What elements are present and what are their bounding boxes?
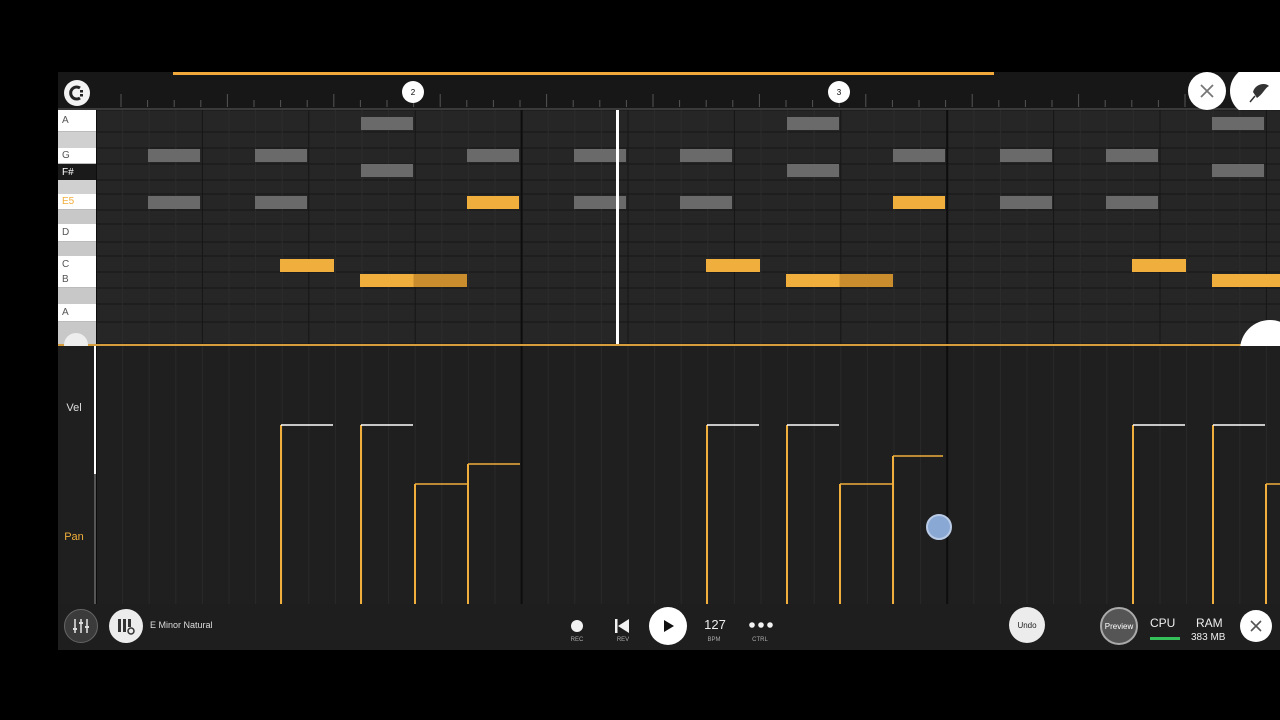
cpu-meter: [1150, 637, 1180, 640]
instrument-icon: [1249, 84, 1269, 103]
velocity-bar: [706, 424, 759, 604]
record-label: REC: [570, 637, 584, 643]
lane-vel[interactable]: Vel: [58, 402, 90, 414]
close-button[interactable]: [1240, 610, 1272, 642]
record-button[interactable]: [571, 620, 583, 632]
timeline-ruler[interactable]: 2 3: [58, 72, 1280, 110]
note[interactable]: [1212, 164, 1264, 177]
close-editor-button[interactable]: [1188, 72, 1226, 110]
velocity-bar: [1132, 424, 1185, 604]
key-a-high[interactable]: A: [58, 110, 96, 132]
velocity-bar: [839, 483, 892, 604]
preview-button[interactable]: Preview: [1100, 607, 1138, 645]
sliders-icon: [73, 619, 89, 633]
note[interactable]: [893, 149, 945, 162]
note[interactable]: [361, 164, 413, 177]
key-f-sharp[interactable]: F#: [58, 164, 96, 180]
lane-selector: Vel Pan: [58, 346, 97, 604]
grid-lines: [96, 110, 1280, 344]
controls-label: CTRL: [752, 637, 768, 643]
close-icon: [1200, 84, 1214, 98]
undo-button[interactable]: Undo: [1009, 607, 1045, 643]
scale-label[interactable]: E Minor Natural: [150, 620, 213, 630]
close-icon: [1250, 620, 1262, 632]
piano-roll-editor: 2 3 A G F# E5 D C B A Vel Pan E Minor Na…: [58, 72, 1280, 650]
key-e5[interactable]: E5: [58, 194, 96, 210]
note[interactable]: [255, 196, 307, 209]
key-g[interactable]: G: [58, 148, 96, 164]
bar-marker-3[interactable]: 3: [828, 81, 850, 103]
velocity-bar: [1265, 483, 1280, 604]
note[interactable]: [680, 196, 732, 209]
note-selected[interactable]: [786, 274, 893, 287]
rewind-label: REV: [616, 637, 630, 643]
note-selected[interactable]: [1132, 259, 1186, 272]
controls-button[interactable]: [748, 617, 774, 635]
note-selected[interactable]: [706, 259, 760, 272]
note[interactable]: [1106, 196, 1158, 209]
key-g-sharp[interactable]: [58, 132, 96, 148]
mixer-button[interactable]: [64, 609, 98, 643]
note[interactable]: [1212, 117, 1264, 130]
note-grid[interactable]: [96, 110, 1280, 344]
note-selected[interactable]: [360, 274, 467, 287]
ruler-ticks: [120, 94, 1266, 107]
note[interactable]: [467, 149, 519, 162]
cpu-meter-fill: [1150, 637, 1180, 640]
automation-lanes[interactable]: Vel Pan: [58, 346, 1280, 604]
ram-value: 383 MB: [1191, 632, 1226, 643]
app-logo-button[interactable]: [64, 80, 90, 106]
key-c-sharp[interactable]: [58, 242, 96, 256]
note-selected[interactable]: [467, 196, 519, 209]
velocity-bar: [786, 424, 839, 604]
key-a-sharp[interactable]: [58, 288, 96, 304]
transport-bar: E Minor Natural REC REV 127 BPM CTRL Und…: [58, 604, 1280, 650]
scale-settings-button[interactable]: [109, 609, 143, 643]
note[interactable]: [1000, 149, 1052, 162]
velocity-bar: [414, 483, 467, 604]
play-icon: [664, 620, 674, 632]
note[interactable]: [787, 164, 839, 177]
play-button[interactable]: [649, 607, 687, 645]
note[interactable]: [680, 149, 732, 162]
key-c[interactable]: C: [58, 256, 96, 272]
note[interactable]: [148, 149, 200, 162]
piano-settings-icon: [118, 619, 135, 635]
note[interactable]: [1106, 149, 1158, 162]
note-selected[interactable]: [280, 259, 334, 272]
key-d-sharp[interactable]: [58, 210, 96, 224]
rewind-button[interactable]: [614, 618, 630, 639]
key-a-low[interactable]: A: [58, 304, 96, 322]
more-dots-icon: [749, 622, 773, 628]
note[interactable]: [148, 196, 200, 209]
lane-pan[interactable]: Pan: [58, 531, 90, 543]
velocity-graph[interactable]: [96, 346, 1280, 604]
bpm-value[interactable]: 127: [700, 617, 730, 632]
note[interactable]: [787, 117, 839, 130]
cpu-label: CPU: [1150, 616, 1176, 630]
piano-keyboard[interactable]: A G F# E5 D C B A: [58, 110, 96, 344]
note[interactable]: [361, 117, 413, 130]
key-b[interactable]: B: [58, 272, 96, 288]
key-f[interactable]: [58, 180, 96, 194]
note-selected[interactable]: [893, 196, 945, 209]
note-selected[interactable]: [1212, 274, 1280, 287]
bpm-label: BPM: [707, 637, 721, 643]
note-grid-area[interactable]: A G F# E5 D C B A: [58, 110, 1280, 344]
bar-marker-2[interactable]: 2: [402, 81, 424, 103]
velocity-bar: [280, 424, 333, 604]
playhead[interactable]: [616, 110, 619, 344]
ram-label: RAM: [1196, 616, 1223, 630]
skip-back-icon: [615, 619, 629, 633]
velocity-drag-handle[interactable]: [926, 514, 952, 540]
logo-icon: [69, 85, 83, 101]
key-d[interactable]: D: [58, 224, 96, 242]
velocity-bar: [467, 463, 520, 604]
note[interactable]: [1000, 196, 1052, 209]
velocity-bar: [360, 424, 413, 604]
velocity-bar: [1212, 424, 1265, 604]
note[interactable]: [255, 149, 307, 162]
